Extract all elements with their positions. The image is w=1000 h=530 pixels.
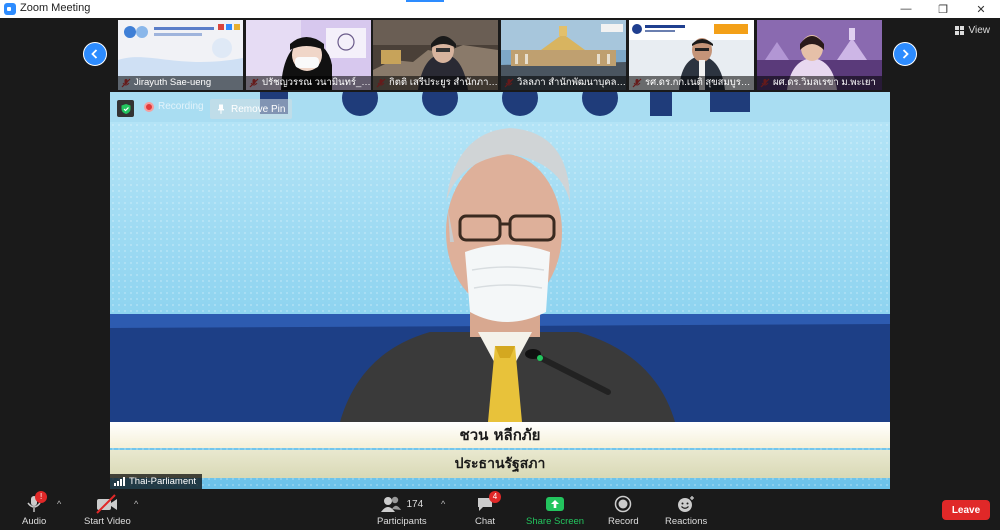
pin-icon: [218, 104, 224, 114]
reactions-button[interactable]: Reactions: [665, 493, 707, 527]
speaking-indicator: [406, 0, 444, 2]
security-badge[interactable]: [117, 100, 134, 117]
active-speaker-video: Recording Remove Pin ชวน หลีกภัย ประธานร…: [110, 92, 890, 489]
participants-icon: [381, 496, 402, 512]
title-bar: Zoom Meeting — ❐ ✕: [0, 0, 1000, 18]
reactions-label: Reactions: [665, 516, 708, 527]
leave-button[interactable]: Leave: [942, 500, 990, 520]
participant-thumbnail[interactable]: ผศ.ดร.วิมลเรขา ม.พะเยา: [757, 20, 882, 90]
grid-view-icon: [954, 26, 964, 35]
participant-name: ปรัชญวรรณ วนามินทร์_สป.: [246, 76, 371, 90]
participant-count: 174: [406, 498, 424, 510]
close-button[interactable]: ✕: [965, 0, 997, 18]
participant-name: ผศ.ดร.วิมลเรขา ม.พะเยา: [757, 76, 882, 90]
speaker-name-label: Thai-Parliament: [110, 474, 203, 489]
recording-dot-icon: [144, 101, 154, 112]
start-video-label: Start Video: [84, 516, 131, 527]
chat-button[interactable]: 4 Chat: [475, 491, 502, 527]
recording-indicator: Recording: [144, 101, 204, 112]
zoom-app-icon: [4, 3, 16, 15]
video-options-caret-icon[interactable]: ^: [134, 499, 138, 509]
view-button[interactable]: View: [954, 25, 991, 36]
participants-button[interactable]: 174 Participants: [377, 493, 427, 527]
participant-thumbnail[interactable]: ปรัชญวรรณ วนามินทร์_สป.: [246, 20, 371, 90]
participant-thumbnail[interactable]: กิตติ เสรีประยูร สำนักภาษา...: [373, 20, 498, 90]
participant-name: รศ.ดร.กก.เนติ สุขสมบูรณ์...: [629, 76, 754, 90]
next-page-button[interactable]: [893, 42, 917, 66]
chevron-left-icon: [91, 49, 98, 59]
record-icon: [615, 495, 632, 513]
audio-label: Audio: [22, 516, 47, 527]
start-video-button[interactable]: Start Video: [84, 493, 131, 527]
participant-name: Jirayuth Sae-ueng: [118, 76, 243, 90]
participants-options-caret-icon[interactable]: ^: [441, 499, 445, 509]
caption-speaker-name: ชวน หลีกภัย: [110, 422, 890, 448]
record-button[interactable]: Record: [608, 493, 639, 527]
share-screen-label: Share Screen: [526, 516, 585, 527]
participant-name: วิลลภา สำนักพัฒนาบุคลา...: [501, 76, 626, 90]
remove-pin-label: Remove Pin: [231, 103, 286, 115]
restore-button[interactable]: ❐: [927, 0, 959, 18]
view-button-label: View: [968, 25, 991, 36]
signal-strength-icon: [114, 477, 125, 486]
share-screen-button[interactable]: Share Screen: [526, 493, 584, 527]
previous-page-button[interactable]: [83, 42, 107, 66]
audio-options-caret-icon[interactable]: ^: [57, 499, 61, 509]
participant-thumbnail[interactable]: Jirayuth Sae-ueng: [118, 20, 243, 90]
remove-pin-button[interactable]: Remove Pin: [210, 99, 293, 119]
participant-name: กิตติ เสรีประยูร สำนักภาษา...: [373, 76, 498, 90]
participant-thumbnail[interactable]: วิลลภา สำนักพัฒนาบุคลา...: [501, 20, 626, 90]
share-screen-icon: [546, 497, 565, 511]
participants-label: Participants: [377, 516, 427, 527]
minimize-button[interactable]: —: [890, 0, 922, 18]
participant-strip: Jirayuth Sae-ueng ปรัชญวรรณ วนามินทร์_สป…: [0, 18, 1000, 92]
participant-thumbnail[interactable]: รศ.ดร.กก.เนติ สุขสมบูรณ์...: [629, 20, 754, 90]
window-title: Zoom Meeting: [20, 2, 91, 14]
meeting-toolbar: ! Audio ^ Start Video ^ 174 Participants…: [0, 489, 1000, 530]
shield-icon: [121, 103, 130, 114]
recording-label: Recording: [158, 101, 204, 112]
record-label: Record: [608, 516, 639, 527]
chevron-right-icon: [902, 49, 909, 59]
video-off-icon: [96, 494, 118, 514]
audio-alert-badge: !: [35, 491, 48, 503]
chat-unread-badge: 4: [489, 491, 502, 503]
chat-label: Chat: [475, 516, 496, 527]
smiley-icon: [678, 496, 695, 512]
audio-button[interactable]: ! Audio: [22, 491, 48, 527]
caption-speaker-title: ประธานรัฐสภา: [110, 450, 890, 478]
speaker-name: Thai-Parliament: [129, 476, 197, 487]
